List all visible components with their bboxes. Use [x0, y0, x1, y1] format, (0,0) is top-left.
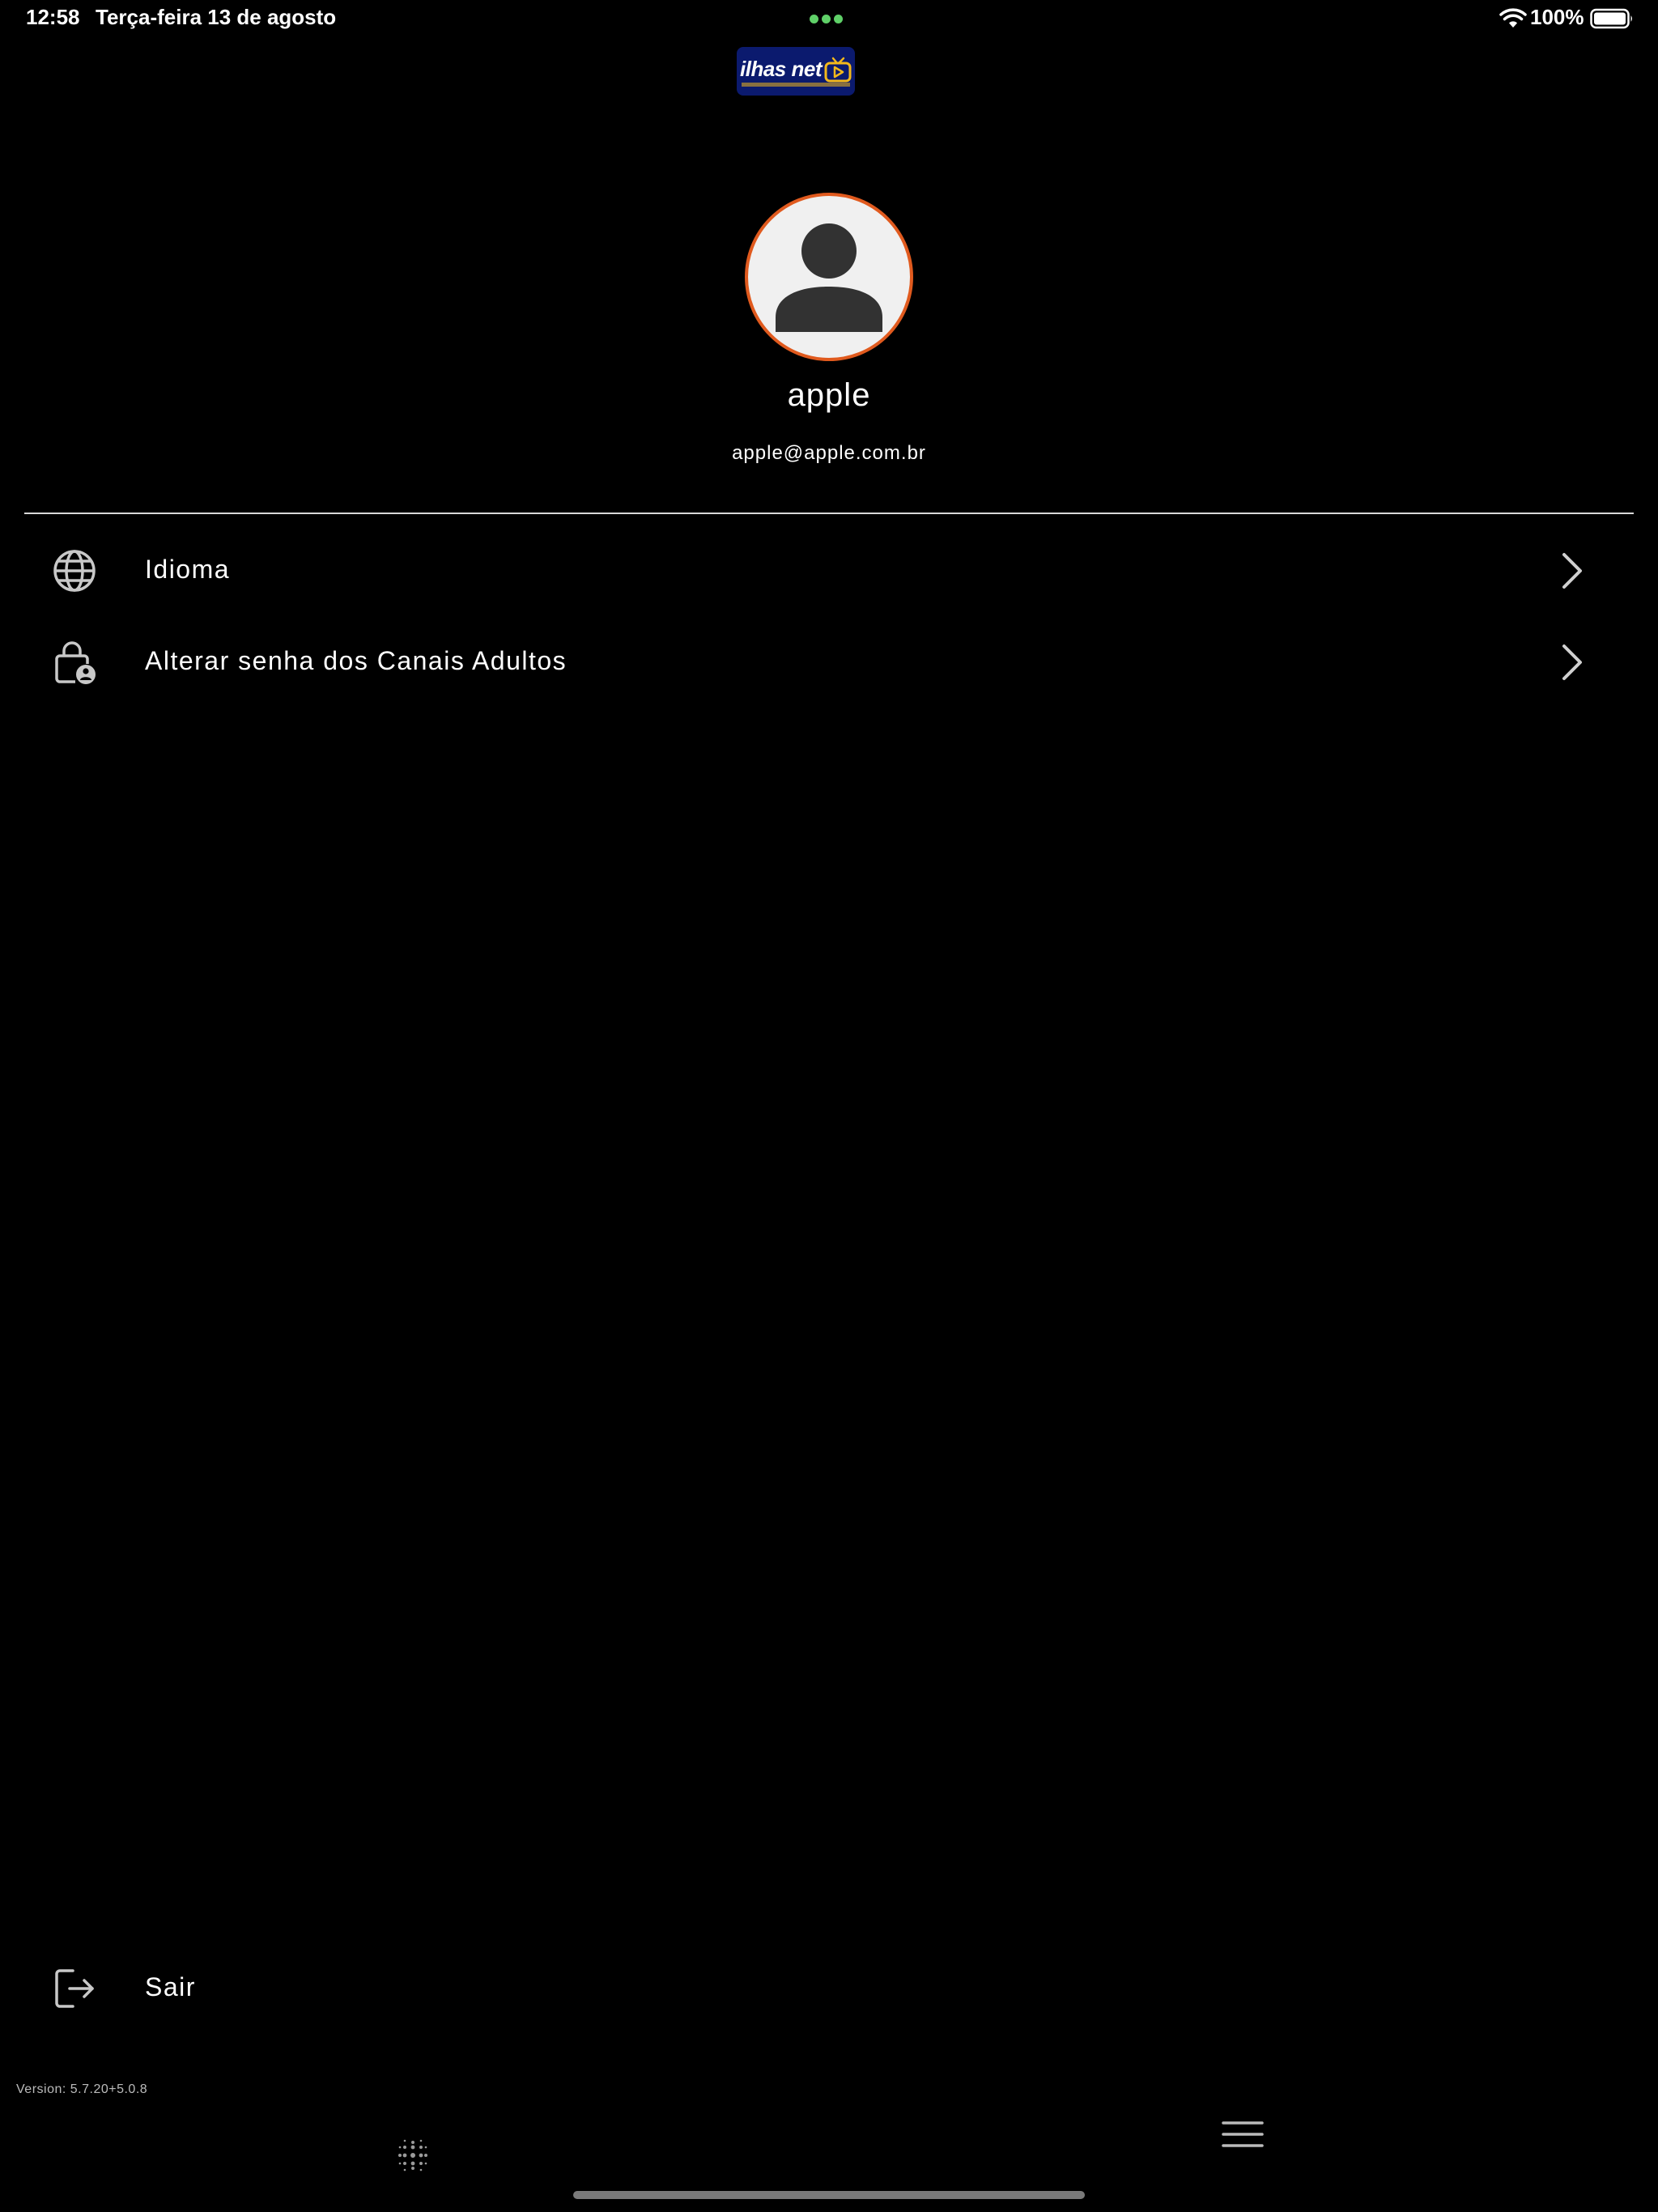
battery-percentage: 100%	[1530, 5, 1584, 29]
person-icon	[776, 223, 882, 332]
home-indicator[interactable]	[573, 2191, 1085, 2199]
logout-label: Sair	[145, 1972, 196, 2001]
menu-item-label: Idioma	[145, 555, 231, 584]
hamburger-menu-icon[interactable]	[1221, 2118, 1265, 2150]
menu-item-idioma[interactable]: Idioma	[24, 530, 1634, 611]
profile-name: apple	[787, 377, 871, 413]
logout-icon	[55, 1969, 94, 2008]
wifi-icon	[1499, 8, 1527, 28]
tv-play-icon	[824, 57, 852, 83]
globe-icon	[53, 550, 96, 592]
menu-item-alterar-senha[interactable]: Alterar senha dos Canais Adultos	[24, 622, 1634, 703]
profile-email: apple@apple.com.br	[732, 442, 926, 464]
multitasking-dots-icon[interactable]	[810, 13, 848, 24]
dots-grid-icon[interactable]	[393, 2136, 432, 2175]
logout-button[interactable]: Sair	[24, 1948, 348, 2029]
chevron-right-icon	[1562, 644, 1582, 680]
brand-logo: ilhas net	[737, 47, 855, 96]
avatar[interactable]	[745, 193, 913, 361]
status-bar: 12:58 Terça-feira 13 de agosto 100%	[0, 0, 1658, 39]
logo-tagline	[742, 83, 850, 87]
status-time: 12:58	[26, 5, 80, 29]
logo-text: ilhas net	[740, 57, 822, 81]
status-dot	[834, 15, 843, 23]
status-dot	[822, 15, 831, 23]
lock-person-icon	[55, 641, 96, 684]
battery-icon	[1590, 8, 1632, 29]
menu-item-label: Alterar senha dos Canais Adultos	[145, 646, 568, 675]
status-dot	[810, 15, 818, 23]
chevron-right-icon	[1562, 553, 1582, 589]
version-text: Version: 5.7.20+5.0.8	[16, 2082, 148, 2096]
status-date: Terça-feira 13 de agosto	[96, 5, 337, 29]
divider	[24, 513, 1634, 514]
